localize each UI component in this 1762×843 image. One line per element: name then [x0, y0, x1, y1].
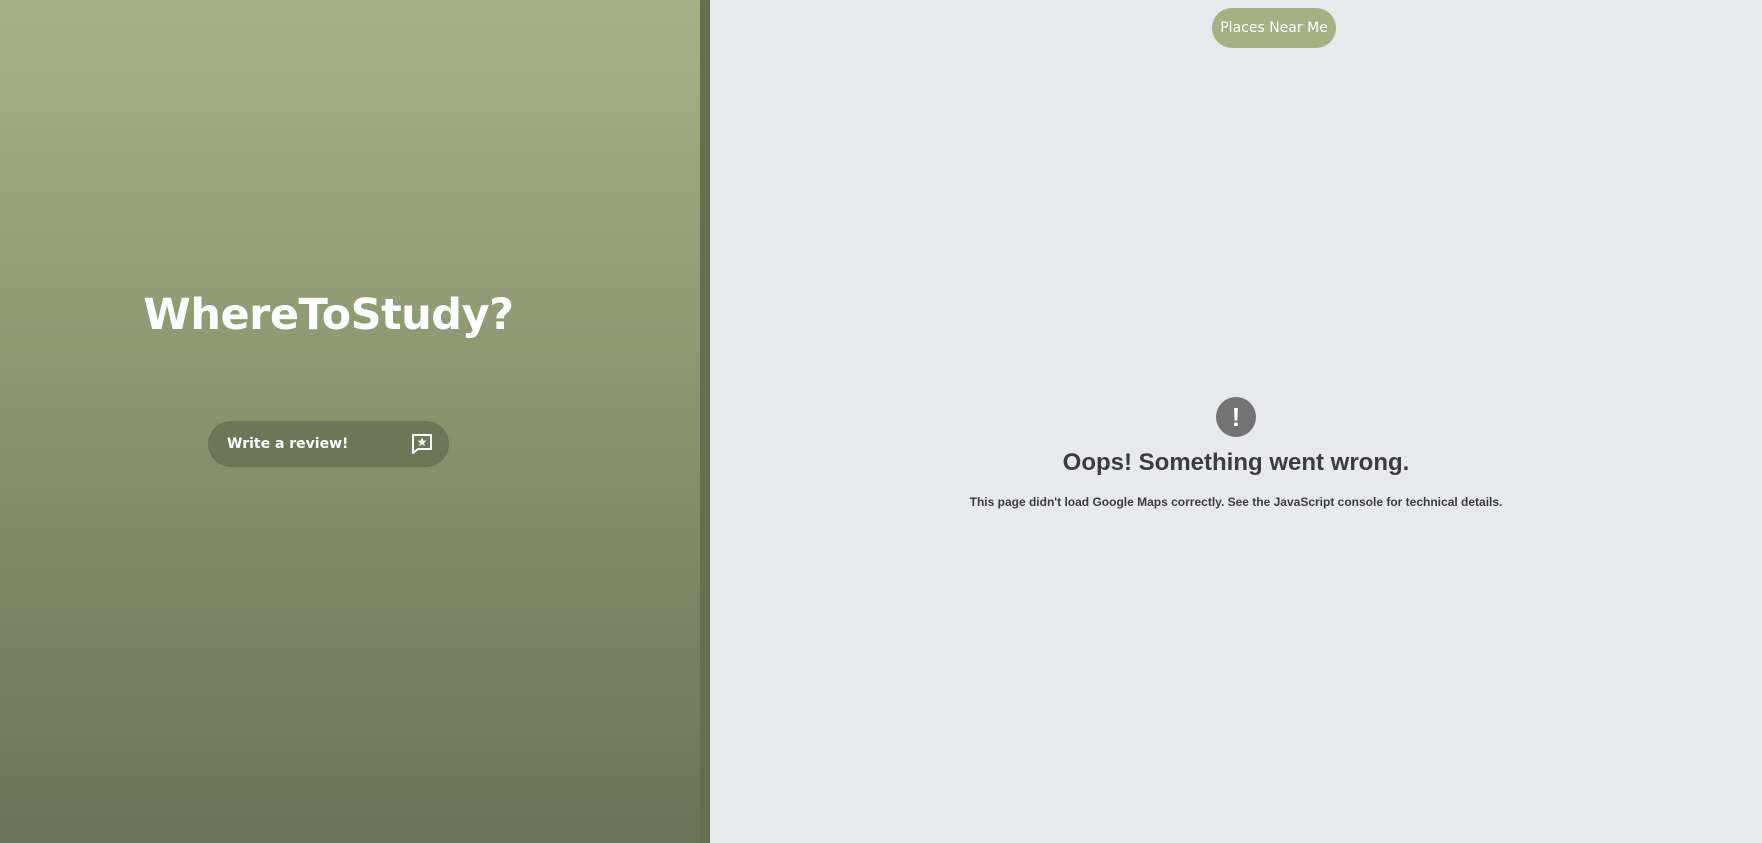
app-title: WhereToStudy?	[143, 290, 514, 340]
places-near-me-button[interactable]: Places Near Me	[1212, 8, 1336, 48]
sidebar-panel: WhereToStudy? Write a review!	[0, 0, 700, 843]
write-review-button[interactable]: Write a review!	[208, 421, 449, 467]
map-error-message: ! Oops! Something went wrong. This page …	[710, 397, 1762, 509]
exclamation-icon: !	[1216, 397, 1256, 437]
map-panel: Places Near Me ! Oops! Something went wr…	[710, 0, 1762, 843]
write-review-label: Write a review!	[227, 436, 349, 452]
error-description: This page didn't load Google Maps correc…	[969, 495, 1503, 509]
panel-divider	[700, 0, 710, 843]
page: WhereToStudy? Write a review! Places Nea…	[0, 0, 1762, 843]
review-star-icon	[411, 433, 433, 455]
error-title: Oops! Something went wrong.	[1062, 449, 1410, 476]
